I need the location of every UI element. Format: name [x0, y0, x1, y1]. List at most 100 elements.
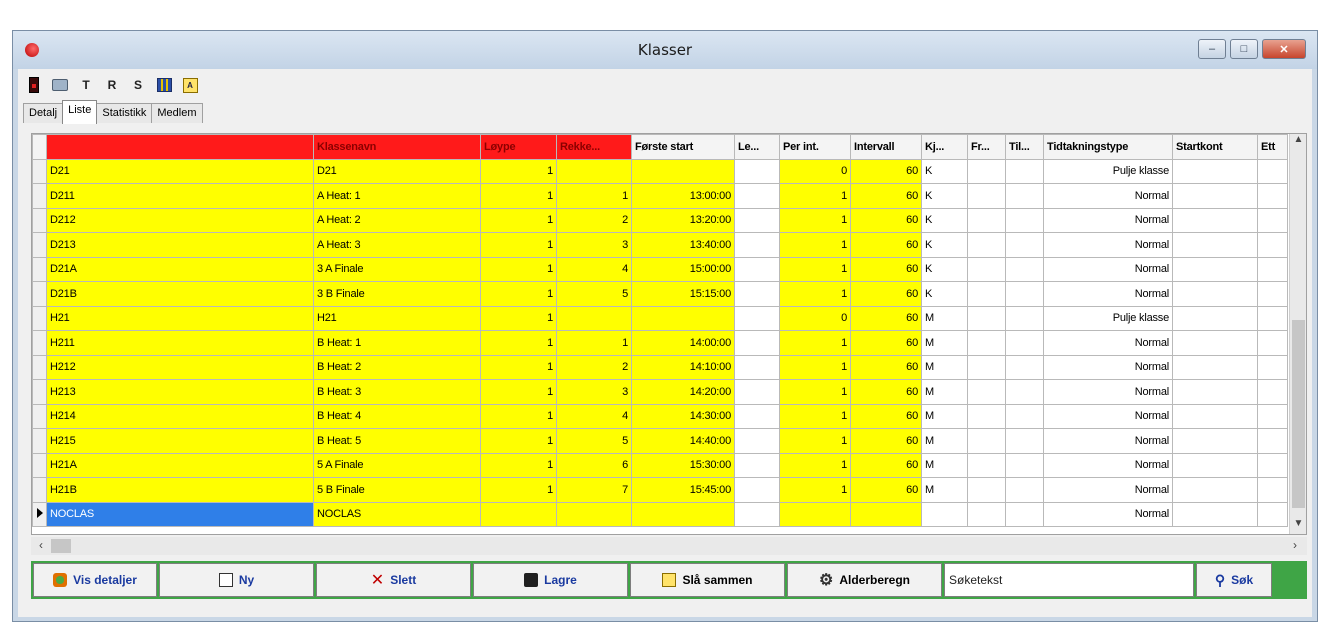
table-cell[interactable]: Normal [1043, 428, 1173, 454]
table-cell[interactable]: 14:40:00 [631, 428, 735, 454]
table-cell[interactable]: M [921, 354, 968, 380]
table-cell[interactable] [1172, 452, 1258, 478]
table-cell[interactable]: M [921, 428, 968, 454]
table-cell[interactable]: 1 [779, 379, 851, 405]
column-header[interactable]: Intervall [850, 134, 922, 160]
table-cell[interactable]: M [921, 477, 968, 503]
show-details-button[interactable]: Vis detaljer [33, 563, 157, 597]
table-cell[interactable]: 15:45:00 [631, 477, 735, 503]
table-cell[interactable]: 1 [480, 158, 557, 184]
table-cell[interactable] [734, 232, 780, 258]
table-row[interactable]: D211 A Heat: 1 1 1 13:00:00 1 60 K Normal [32, 183, 1288, 209]
table-cell[interactable]: 2 [556, 207, 632, 233]
table-cell[interactable] [1172, 281, 1258, 307]
table-cell[interactable]: Normal [1043, 183, 1173, 209]
table-cell[interactable]: Normal [1043, 477, 1173, 503]
table-cell[interactable]: Normal [1043, 403, 1173, 429]
table-cell[interactable] [631, 501, 735, 527]
table-cell[interactable] [556, 158, 632, 184]
table-cell[interactable] [734, 379, 780, 405]
table-cell[interactable]: Normal [1043, 256, 1173, 282]
tab-liste[interactable]: Liste [62, 100, 98, 124]
column-header[interactable]: Per int. [779, 134, 851, 160]
table-cell[interactable]: 15:30:00 [631, 452, 735, 478]
table-cell[interactable] [1172, 428, 1258, 454]
table-cell[interactable] [1005, 183, 1044, 209]
minimize-button[interactable]: – [1198, 39, 1226, 59]
grid-export-icon[interactable] [156, 76, 172, 94]
table-cell[interactable] [1257, 232, 1288, 258]
table-cell[interactable]: 15:00:00 [631, 256, 735, 282]
table-cell[interactable] [1172, 330, 1258, 356]
table-cell[interactable] [734, 428, 780, 454]
table-cell[interactable]: 60 [850, 256, 922, 282]
table-cell[interactable] [967, 281, 1006, 307]
table-cell[interactable]: 13:20:00 [631, 207, 735, 233]
table-cell[interactable] [967, 232, 1006, 258]
table-cell[interactable]: 60 [850, 354, 922, 380]
table-cell[interactable]: 1 [480, 281, 557, 307]
delete-button[interactable]: ✕ Slett [316, 563, 471, 597]
close-button[interactable]: ✕ [1262, 39, 1306, 59]
table-cell[interactable]: H212 [46, 354, 314, 380]
table-row[interactable]: NOCLAS NOCLAS Normal [32, 501, 1288, 527]
scroll-right-icon[interactable]: › [1287, 538, 1303, 554]
horizontal-scroll-thumb[interactable] [51, 539, 71, 553]
table-row[interactable]: D21A 3 A Finale 1 4 15:00:00 1 60 K Normal [32, 256, 1288, 282]
table-cell[interactable] [1005, 428, 1044, 454]
table-cell[interactable] [734, 183, 780, 209]
table-cell[interactable]: B Heat: 3 [313, 379, 481, 405]
table-cell[interactable]: Normal [1043, 354, 1173, 380]
table-cell[interactable]: 1 [480, 477, 557, 503]
table-cell[interactable]: 1 [779, 452, 851, 478]
table-cell[interactable]: 1 [779, 256, 851, 282]
table-cell[interactable] [631, 305, 735, 331]
row-indicator[interactable] [32, 403, 47, 429]
table-cell[interactable]: K [921, 183, 968, 209]
table-row[interactable]: H214 B Heat: 4 1 4 14:30:00 1 60 M Normal [32, 403, 1288, 429]
table-cell[interactable] [1005, 158, 1044, 184]
table-cell[interactable]: K [921, 281, 968, 307]
table-cell[interactable] [1172, 501, 1258, 527]
column-header[interactable]: Le... [734, 134, 780, 160]
toolbar-r-button[interactable]: R [104, 76, 120, 94]
table-cell[interactable]: 60 [850, 403, 922, 429]
table-row[interactable]: D213 A Heat: 3 1 3 13:40:00 1 60 K Normal [32, 232, 1288, 258]
table-cell[interactable]: 60 [850, 305, 922, 331]
table-cell[interactable] [1172, 379, 1258, 405]
row-indicator[interactable] [32, 183, 47, 209]
table-cell[interactable]: M [921, 403, 968, 429]
row-indicator[interactable] [32, 354, 47, 380]
table-cell[interactable] [1257, 428, 1288, 454]
table-cell[interactable]: 1 [779, 281, 851, 307]
table-cell[interactable]: B Heat: 2 [313, 354, 481, 380]
table-cell[interactable] [1005, 305, 1044, 331]
table-cell[interactable] [1005, 232, 1044, 258]
table-cell[interactable] [967, 158, 1006, 184]
table-cell[interactable]: B Heat: 5 [313, 428, 481, 454]
table-cell[interactable]: 1 [779, 403, 851, 429]
table-cell[interactable] [779, 501, 851, 527]
column-header[interactable]: Til... [1005, 134, 1044, 160]
horizontal-scrollbar[interactable]: ‹ › [31, 537, 1307, 555]
table-cell[interactable]: 14:10:00 [631, 354, 735, 380]
table-cell[interactable] [734, 477, 780, 503]
table-cell[interactable]: 1 [779, 428, 851, 454]
table-cell[interactable]: 1 [779, 477, 851, 503]
table-cell[interactable]: 4 [556, 403, 632, 429]
table-cell[interactable] [967, 256, 1006, 282]
table-cell[interactable]: 1 [556, 330, 632, 356]
row-indicator[interactable] [32, 305, 47, 331]
table-cell[interactable]: 60 [850, 281, 922, 307]
table-cell[interactable] [1257, 379, 1288, 405]
table-cell[interactable]: 2 [556, 354, 632, 380]
table-cell[interactable]: 1 [480, 256, 557, 282]
table-cell[interactable] [1172, 256, 1258, 282]
table-cell[interactable] [967, 379, 1006, 405]
table-cell[interactable]: H213 [46, 379, 314, 405]
table-cell[interactable] [734, 403, 780, 429]
table-cell[interactable] [967, 330, 1006, 356]
table-cell[interactable]: 0 [779, 305, 851, 331]
maximize-button[interactable]: □ [1230, 39, 1258, 59]
column-header[interactable]: Klassenavn [313, 134, 481, 160]
